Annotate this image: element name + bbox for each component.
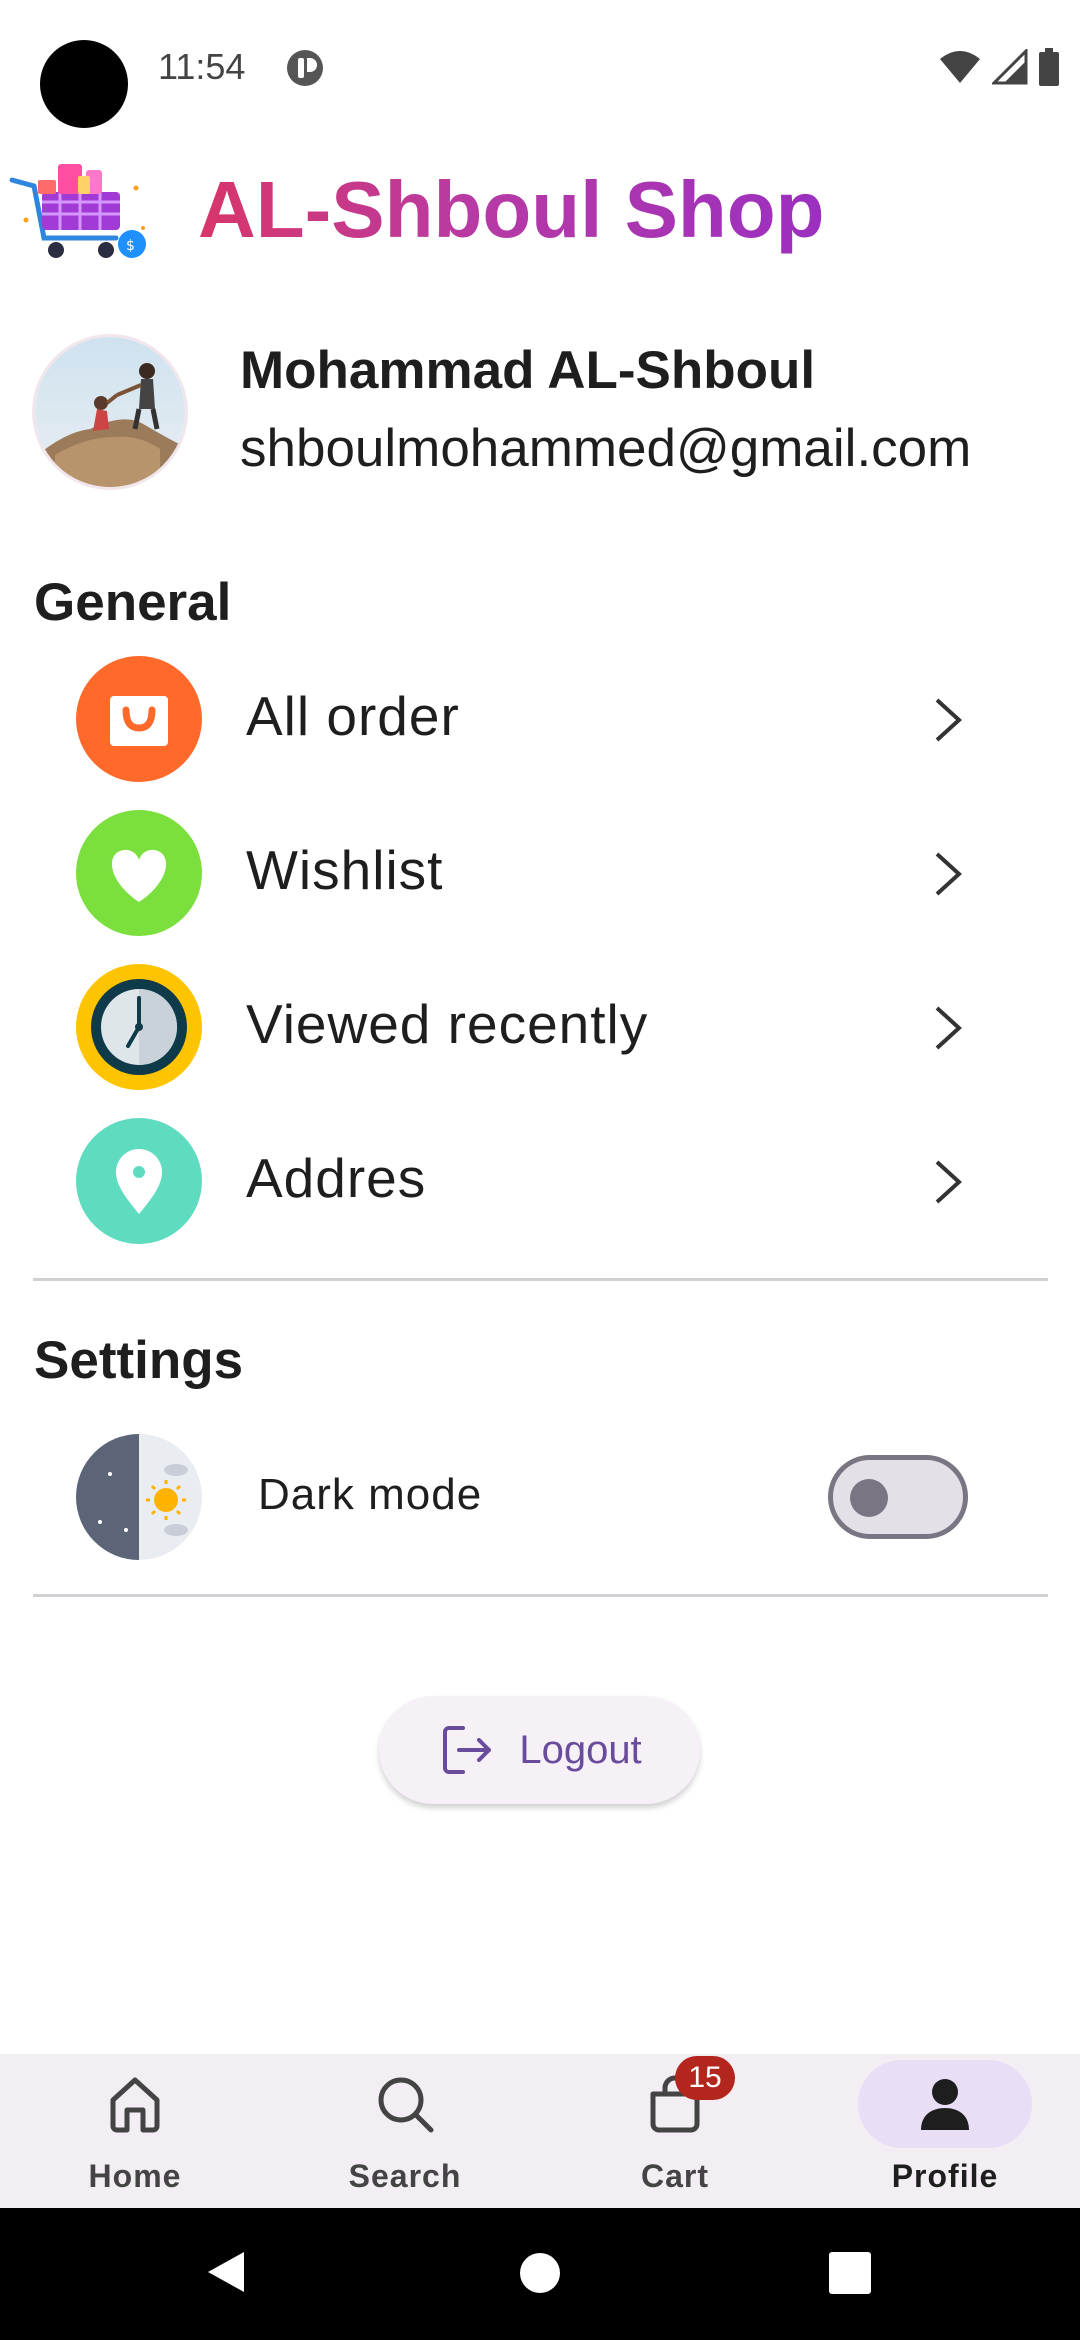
app-title: AL-Shboul Shop: [198, 165, 825, 254]
nav-label: Profile: [891, 2158, 999, 2194]
nav-item-home[interactable]: Home: [0, 2054, 270, 2208]
status-time: 11:54: [158, 46, 246, 87]
wifi-icon: [940, 51, 980, 83]
menu-label: Addres: [246, 1147, 427, 1209]
nav-item-search[interactable]: Search: [270, 2054, 540, 2208]
menu-item-address[interactable]: Addres: [0, 1108, 1080, 1258]
battery-icon: [1039, 48, 1059, 86]
menu-label: All order: [246, 685, 460, 747]
profile-card[interactable]: Mohammad AL-Shboul shboulmohammed@gmail.…: [0, 330, 1080, 500]
status-bar: 11:54: [0, 0, 1080, 140]
camera-cutout: [40, 40, 128, 128]
toggle-knob: [850, 1479, 888, 1517]
bottom-nav: Home Search Cart Profile: [0, 2054, 1080, 2208]
app-notification-icon: [287, 50, 323, 86]
menu-item-wishlist[interactable]: Wishlist: [0, 800, 1080, 950]
logout-label: Logout: [519, 1727, 642, 1772]
dark-mode-toggle[interactable]: [828, 1455, 968, 1539]
logout-icon: [443, 1726, 492, 1774]
chevron-right-icon: [935, 852, 962, 896]
system-nav-bar: [0, 2208, 1080, 2340]
divider: [33, 1278, 1048, 1281]
day-night-icon: [76, 1434, 202, 1560]
menu-item-all-order[interactable]: All order: [0, 646, 1080, 796]
app-header: $ AL-Shboul Shop: [0, 150, 1080, 280]
shopping-cart-logo-icon: $: [9, 164, 146, 258]
heart-icon: [76, 810, 202, 936]
shopping-bag-icon: [76, 656, 202, 782]
back-icon[interactable]: [204, 2248, 248, 2296]
menu-label: Viewed recently: [246, 993, 649, 1055]
nav-label: Cart: [640, 2158, 709, 2194]
home-icon: [48, 2060, 222, 2148]
search-icon: [318, 2060, 492, 2148]
menu-label: Wishlist: [246, 839, 444, 901]
signal-icon: [992, 49, 1028, 85]
menu-item-viewed-recently[interactable]: Viewed recently: [0, 954, 1080, 1104]
avatar[interactable]: [32, 334, 188, 490]
profile-email: shboulmohammed@gmail.com: [240, 419, 972, 478]
chevron-right-icon: [935, 698, 962, 742]
location-pin-icon: [76, 1118, 202, 1244]
svg-text:$: $: [126, 238, 135, 254]
nav-item-profile[interactable]: Profile: [810, 2054, 1080, 2208]
dark-mode-label: Dark mode: [258, 1470, 483, 1519]
recents-icon[interactable]: [829, 2252, 871, 2294]
home-circle-icon[interactable]: [519, 2252, 561, 2294]
dark-mode-row: Dark mode: [0, 1420, 1080, 1570]
avatar-photo: [35, 337, 185, 487]
section-title-settings: Settings: [34, 1331, 244, 1390]
nav-label: Search: [348, 2158, 462, 2194]
clock-icon: [76, 964, 202, 1090]
person-icon: [858, 2060, 1032, 2148]
section-title-general: General: [34, 573, 232, 632]
profile-name: Mohammad AL-Shboul: [240, 341, 816, 400]
chevron-right-icon: [935, 1160, 962, 1204]
divider: [33, 1594, 1048, 1597]
chevron-right-icon: [935, 1006, 962, 1050]
cart-badge: 15: [675, 2056, 735, 2100]
nav-label: Home: [88, 2158, 182, 2194]
logout-button[interactable]: Logout: [379, 1696, 700, 1804]
